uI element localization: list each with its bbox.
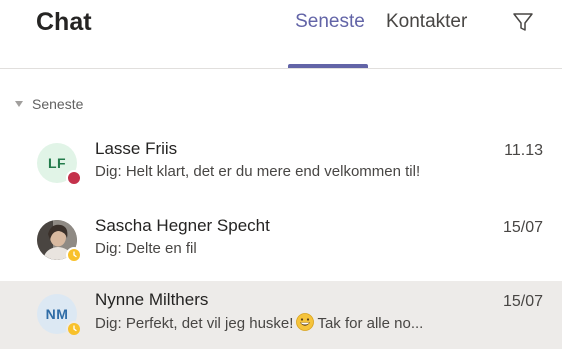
- chat-time: 11.13: [504, 142, 543, 159]
- chat-preview: Dig: Perfekt, det vil jeg huske! Tak for…: [95, 313, 423, 334]
- chat-time: 15/07: [502, 219, 543, 236]
- chat-name: Sascha Hegner Specht: [95, 216, 270, 235]
- filter-button[interactable]: [508, 8, 538, 36]
- chat-list-item[interactable]: LF Lasse Friis 11.13 Dig: Helt klart, de…: [0, 130, 562, 196]
- presence-busy-icon: [66, 170, 82, 186]
- avatar-initials: NM: [45, 306, 69, 322]
- chat-time: 15/07: [502, 293, 543, 310]
- chat-name: Lasse Friis: [95, 139, 178, 158]
- page-title: Chat: [36, 8, 92, 36]
- section-label: Seneste: [32, 96, 84, 112]
- grinning-emoji-icon: [296, 313, 315, 331]
- chevron-down-icon: [14, 99, 24, 109]
- tab-contacts[interactable]: Kontakter: [386, 8, 467, 36]
- chat-name: Nynne Milthers: [95, 290, 209, 309]
- presence-away-icon: [66, 247, 82, 263]
- chat-list-item-selected[interactable]: NM Nynne Milthers 15/07 Dig: Perfekt, de…: [0, 281, 562, 349]
- tab-recent[interactable]: Seneste: [290, 8, 370, 36]
- avatar: NM: [37, 294, 82, 337]
- presence-away-icon: [66, 321, 82, 337]
- chat-preview: Dig: Delte en fil: [95, 240, 197, 257]
- avatar: [37, 220, 82, 263]
- avatar: LF: [37, 143, 82, 186]
- chat-preview-text: Dig: Perfekt, det vil jeg huske!: [95, 315, 294, 332]
- avatar-initials: LF: [47, 155, 67, 171]
- chat-preview-text-continued: Tak for alle no...: [317, 315, 424, 332]
- active-tab-indicator: [288, 64, 368, 68]
- chat-panel: Chat Seneste Kontakter Seneste LF Lasse …: [0, 0, 562, 349]
- chat-preview: Dig: Helt klart, det er du mere end velk…: [95, 163, 421, 180]
- chat-list-item[interactable]: Sascha Hegner Specht 15/07 Dig: Delte en…: [0, 207, 562, 273]
- filter-icon: [513, 13, 533, 31]
- chat-header: Chat Seneste Kontakter: [0, 0, 562, 69]
- section-recent-toggle[interactable]: Seneste: [14, 92, 83, 116]
